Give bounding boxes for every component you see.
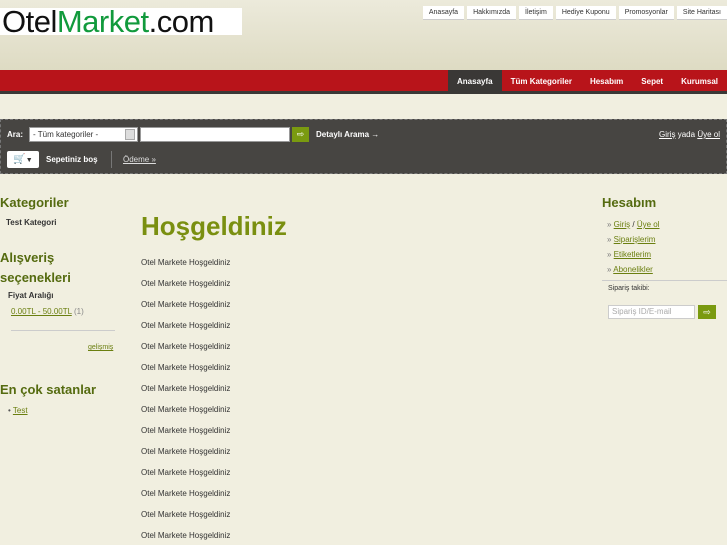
welcome-line: Otel Markete Hoşgeldiniz [141, 258, 231, 267]
header: OtelMarket.com Anasayfa Hakkımızda İleti… [0, 0, 727, 70]
welcome-line: Otel Markete Hoşgeldiniz [141, 447, 231, 456]
subscriptions-link[interactable]: Abonelikler [613, 265, 653, 274]
tags-link[interactable]: Etiketlerim [614, 250, 651, 259]
main-nav: Anasayfa Tüm Kategoriler Hesabım Sepet K… [0, 70, 727, 94]
account-box: Hesabım » Giriş / Üye ol » Siparişlerim … [602, 195, 727, 292]
nav-kurumsal[interactable]: Kurumsal [672, 70, 727, 94]
account-title: Hesabım [602, 195, 657, 210]
welcome-line: Otel Markete Hoşgeldiniz [141, 384, 231, 393]
logo-text: .com [148, 4, 215, 39]
top-link-anasayfa[interactable]: Anasayfa [422, 6, 465, 20]
search-input[interactable] [140, 127, 290, 142]
cart-button[interactable]: 🛒▼ [7, 151, 39, 168]
welcome-line: Otel Markete Hoşgeldiniz [141, 405, 231, 414]
search-bar: Ara: - Tüm kategoriler - ⇨ Detaylı Arama… [0, 119, 727, 174]
site-logo[interactable]: OtelMarket.com [0, 6, 242, 37]
login-link[interactable]: Giriş [659, 130, 675, 139]
welcome-line: Otel Markete Hoşgeldiniz [141, 468, 231, 477]
top-links: Anasayfa Hakkımızda İletişim Hediye Kupo… [420, 6, 727, 20]
welcome-line: Otel Markete Hoşgeldiniz [141, 426, 231, 435]
advanced-search-link[interactable]: Detaylı Arama → [316, 130, 379, 139]
welcome-line: Otel Markete Hoşgeldiniz [141, 279, 231, 288]
cart-status: Sepetiniz boş [46, 155, 98, 164]
logo-text: Otel [2, 4, 57, 39]
price-range-title: Fiyat Aralığı [8, 291, 54, 300]
nav-hesabim[interactable]: Hesabım [581, 70, 632, 94]
order-tracking-button[interactable]: ⇨ [698, 305, 716, 319]
top-link-site-haritasi[interactable]: Site Haritası [676, 6, 727, 20]
advanced-filter-link[interactable]: gelişmiş [88, 344, 113, 351]
login-link[interactable]: Giriş [614, 220, 630, 229]
welcome-line: Otel Markete Hoşgeldiniz [141, 300, 231, 309]
category-link[interactable]: Test Kategori [6, 218, 57, 227]
nav-tum-kategoriler[interactable]: Tüm Kategoriler [502, 70, 581, 94]
category-select-value: - Tüm kategoriler - [33, 130, 99, 139]
shopping-options-title: Alışveriş seçenekleri [0, 250, 71, 285]
bestsellers-title: En çok satanlar [0, 382, 97, 397]
welcome-line: Otel Markete Hoşgeldiniz [141, 489, 231, 498]
divider [11, 330, 115, 331]
order-tracking-label: Sipariş takibi: [608, 285, 650, 292]
price-count: (1) [74, 307, 84, 316]
search-label: Ara: [7, 130, 24, 139]
search-button[interactable]: ⇨ [292, 127, 309, 142]
top-link-iletisim[interactable]: İletişim [519, 6, 553, 20]
divider [602, 280, 727, 281]
price-range-link[interactable]: 0.00TL - 50.00TL [11, 307, 72, 316]
welcome-line: Otel Markete Hoşgeldiniz [141, 342, 231, 351]
checkout-link[interactable]: Ödeme » [123, 155, 156, 164]
top-link-promosyonlar[interactable]: Promosyonlar [618, 6, 674, 20]
chevron-down-icon [125, 129, 135, 140]
logo-text: Market [56, 4, 149, 39]
orders-link[interactable]: Siparişlerim [614, 235, 656, 244]
page-title: Hoşgeldiniz [141, 211, 287, 241]
categories-title: Kategoriler [0, 195, 69, 210]
separator: / [632, 220, 635, 229]
category-select[interactable]: - Tüm kategoriler - [29, 127, 138, 142]
bestseller-link[interactable]: Test [13, 406, 28, 415]
login-area: Giriş yada Üye ol [659, 130, 720, 139]
nav-sepet[interactable]: Sepet [632, 70, 672, 94]
top-link-hakkimizda[interactable]: Hakkımızda [467, 6, 517, 20]
chevron-down-icon: ▼ [25, 157, 33, 164]
register-link[interactable]: Üye ol [637, 220, 660, 229]
top-link-hediye-kuponu[interactable]: Hediye Kuponu [555, 6, 616, 20]
divider [111, 151, 112, 168]
welcome-line: Otel Markete Hoşgeldiniz [141, 321, 231, 330]
cart-icon: 🛒 [13, 154, 26, 165]
arrow-right-icon: ⇨ [296, 129, 305, 139]
welcome-line: Otel Markete Hoşgeldiniz [141, 531, 231, 540]
welcome-line: Otel Markete Hoşgeldiniz [141, 510, 231, 519]
register-link[interactable]: Üye ol [697, 130, 720, 139]
nav-anasayfa[interactable]: Anasayfa [448, 70, 502, 94]
welcome-line: Otel Markete Hoşgeldiniz [141, 363, 231, 372]
order-tracking-input[interactable]: Sipariş ID/E-mail [608, 305, 695, 319]
arrow-right-icon: ⇨ [703, 307, 711, 317]
or-text: yada [677, 130, 696, 139]
